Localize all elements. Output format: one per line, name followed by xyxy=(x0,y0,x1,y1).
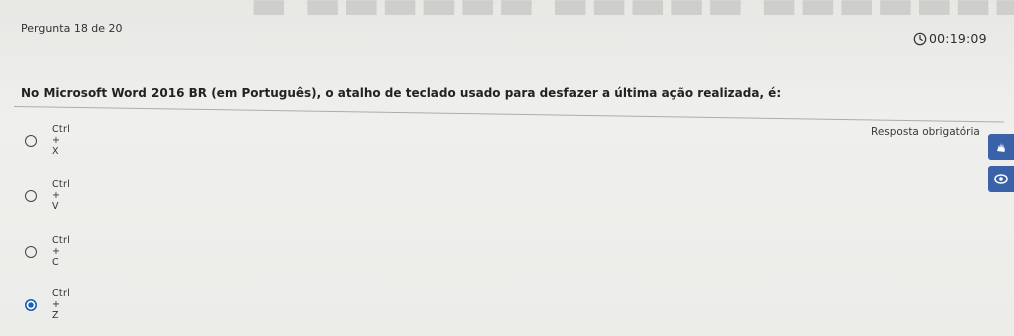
radio-button[interactable] xyxy=(25,134,37,147)
radio-button[interactable] xyxy=(25,189,37,202)
timer: 00:19:09 xyxy=(913,31,987,46)
divider xyxy=(13,106,1004,123)
accessibility-view-button[interactable] xyxy=(988,166,1014,192)
option-ctrl-v[interactable]: Ctrl + V xyxy=(25,179,70,212)
option-label: Ctrl + X xyxy=(52,124,71,157)
page-show-through-text: ▬ ▬▬▬▬▬▬ ▬▬▬▬▬ ▬▬▬▬▬▬▬ xyxy=(250,0,1014,28)
radio-button[interactable] xyxy=(25,245,37,258)
question-counter: Pergunta 18 de 20 xyxy=(21,22,123,35)
option-ctrl-x[interactable]: Ctrl + X xyxy=(25,124,70,157)
eye-icon xyxy=(993,171,1009,187)
timer-value: 00:19:09 xyxy=(929,31,987,46)
option-ctrl-z[interactable]: Ctrl + Z xyxy=(25,288,70,321)
clock-icon xyxy=(913,32,927,46)
required-answer-label: Resposta obrigatória xyxy=(871,126,980,138)
option-label: Ctrl + Z xyxy=(52,288,71,321)
option-label: Ctrl + C xyxy=(52,235,71,268)
option-ctrl-c[interactable]: Ctrl + C xyxy=(25,235,70,268)
radio-button-selected[interactable] xyxy=(25,298,37,311)
accessibility-sign-language-button[interactable] xyxy=(988,134,1014,160)
sign-language-icon xyxy=(993,139,1009,155)
option-label: Ctrl + V xyxy=(52,179,71,212)
question-text: No Microsoft Word 2016 BR (em Português)… xyxy=(21,86,782,100)
quiz-page: ▬ ▬▬▬▬▬▬ ▬▬▬▬▬ ▬▬▬▬▬▬▬ Pergunta 18 de 20… xyxy=(0,0,1014,336)
